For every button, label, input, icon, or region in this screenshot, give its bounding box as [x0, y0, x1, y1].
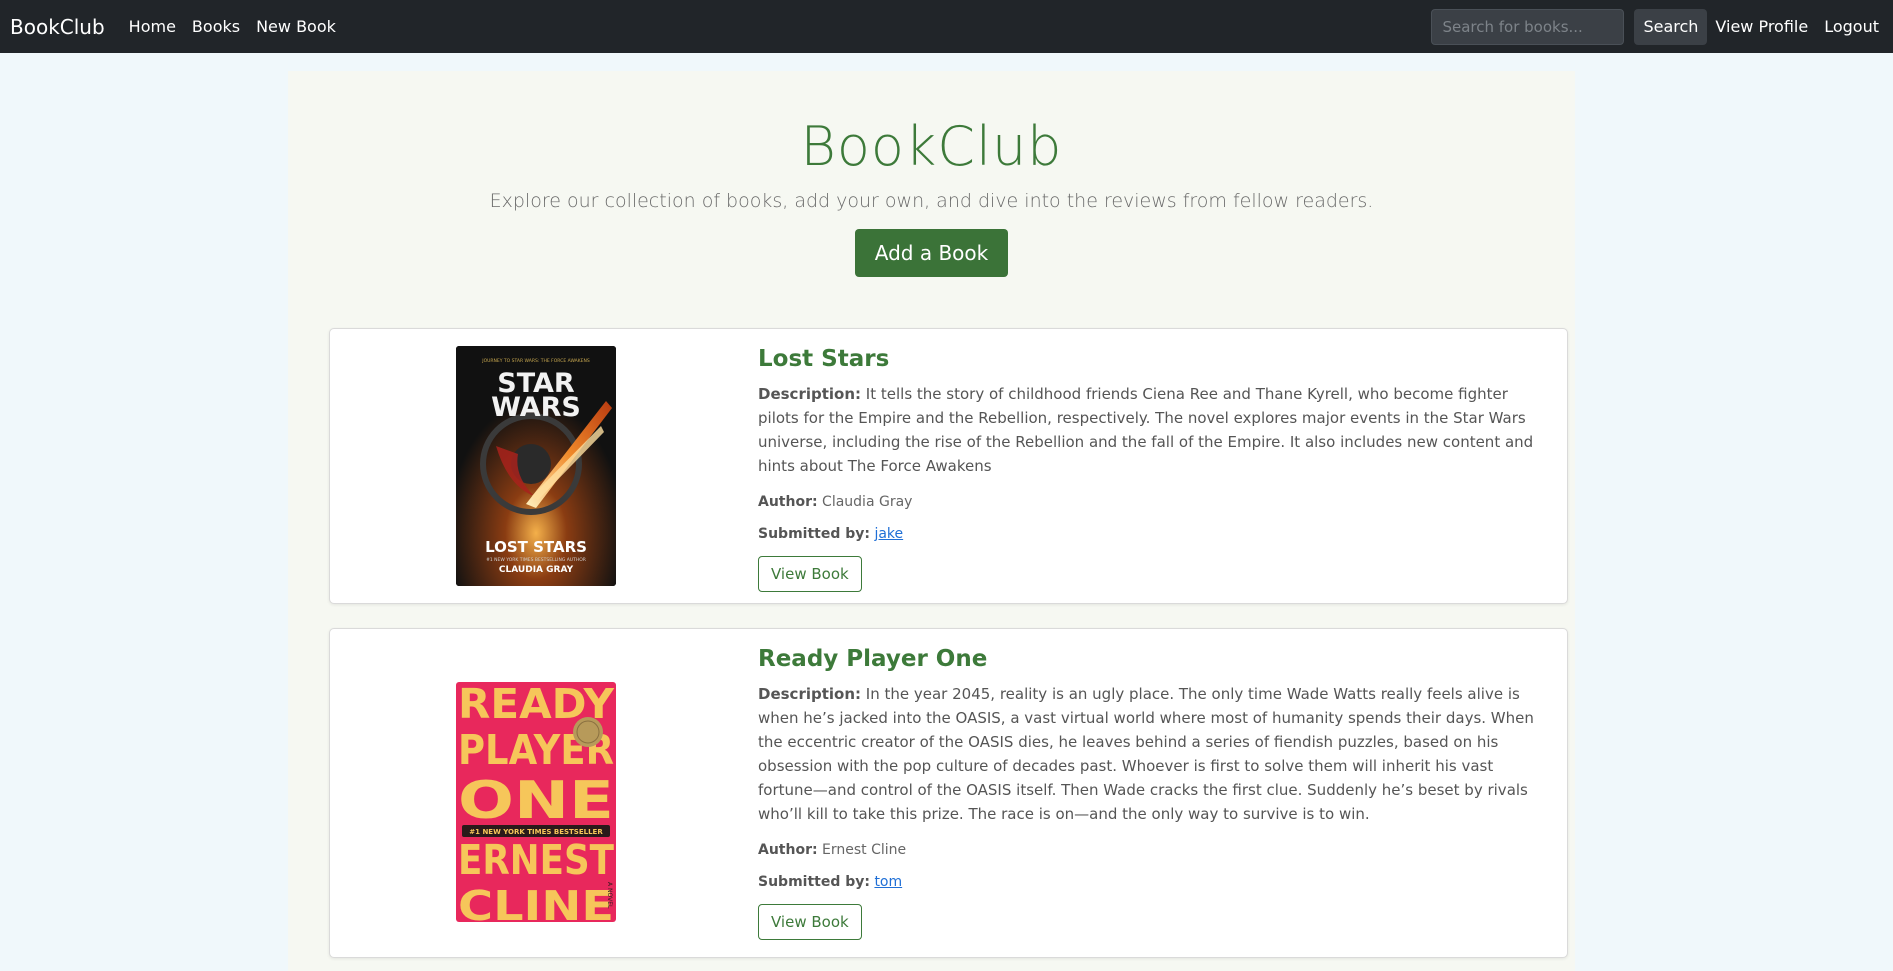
svg-text:ERNEST: ERNEST: [458, 836, 614, 884]
svg-text:LOST STARS: LOST STARS: [485, 538, 587, 556]
book-card: READY PLAYER ONE ERNEST CLINE #1 NEW YOR…: [329, 628, 1568, 958]
nav-books[interactable]: Books: [192, 17, 240, 36]
svg-text:#1 NEW YORK TIMES BESTSELLER: #1 NEW YORK TIMES BESTSELLER: [469, 828, 603, 836]
book-card: JOURNEY TO STAR WARS: THE FORCE AWAKENS …: [329, 328, 1568, 604]
svg-text:#1 NEW YORK TIMES BESTSELLING: #1 NEW YORK TIMES BESTSELLING AUTHOR: [486, 557, 586, 563]
nav-home[interactable]: Home: [129, 17, 176, 36]
page-subtitle: Explore our collection of books, add you…: [489, 190, 1374, 212]
svg-text:A NOVEL: A NOVEL: [606, 882, 613, 909]
search-input[interactable]: [1431, 8, 1625, 45]
page-title: BookClub: [800, 115, 1063, 178]
view-book-button[interactable]: View Book: [758, 904, 862, 940]
book-submitted-by: Submitted by: jake: [758, 526, 904, 542]
main-container: BookClub Explore our collection of books…: [288, 71, 1575, 971]
svg-text:ONE: ONE: [458, 771, 614, 831]
svg-text:CLAUDIA GRAY: CLAUDIA GRAY: [499, 565, 574, 575]
book-submitted-by: Submitted by: tom: [758, 874, 903, 890]
book-description: Description: It tells the story of child…: [758, 385, 1534, 475]
navbar: BookClub Home Books New Book Search View…: [0, 0, 1893, 53]
view-book-button[interactable]: View Book: [758, 556, 862, 592]
book-title: Ready Player One: [758, 646, 988, 672]
search-button[interactable]: Search: [1634, 8, 1708, 45]
submitter-link[interactable]: tom: [874, 874, 902, 890]
book-cover-image[interactable]: READY PLAYER ONE ERNEST CLINE #1 NEW YOR…: [456, 682, 616, 922]
book-author: Author: Ernest Cline: [758, 842, 907, 858]
book-author: Author: Claudia Gray: [758, 494, 913, 510]
nav-right: Search View Profile Logout: [1431, 8, 1883, 45]
nav-new-book[interactable]: New Book: [256, 17, 336, 36]
svg-text:JOURNEY TO STAR WARS: THE FORC: JOURNEY TO STAR WARS: THE FORCE AWAKENS: [481, 358, 590, 364]
nav-view-profile[interactable]: View Profile: [1715, 17, 1808, 36]
nav-logout[interactable]: Logout: [1824, 17, 1879, 36]
book-cover-image[interactable]: JOURNEY TO STAR WARS: THE FORCE AWAKENS …: [456, 346, 616, 586]
svg-text:CLINE: CLINE: [458, 882, 614, 922]
svg-text:WARS: WARS: [491, 392, 581, 423]
book-title: Lost Stars: [758, 346, 890, 372]
book-description: Description: In the year 2045, reality i…: [758, 685, 1534, 823]
brand-logo[interactable]: BookClub: [10, 15, 105, 39]
submitter-link[interactable]: jake: [874, 526, 903, 542]
add-book-button[interactable]: Add a Book: [854, 229, 1009, 277]
